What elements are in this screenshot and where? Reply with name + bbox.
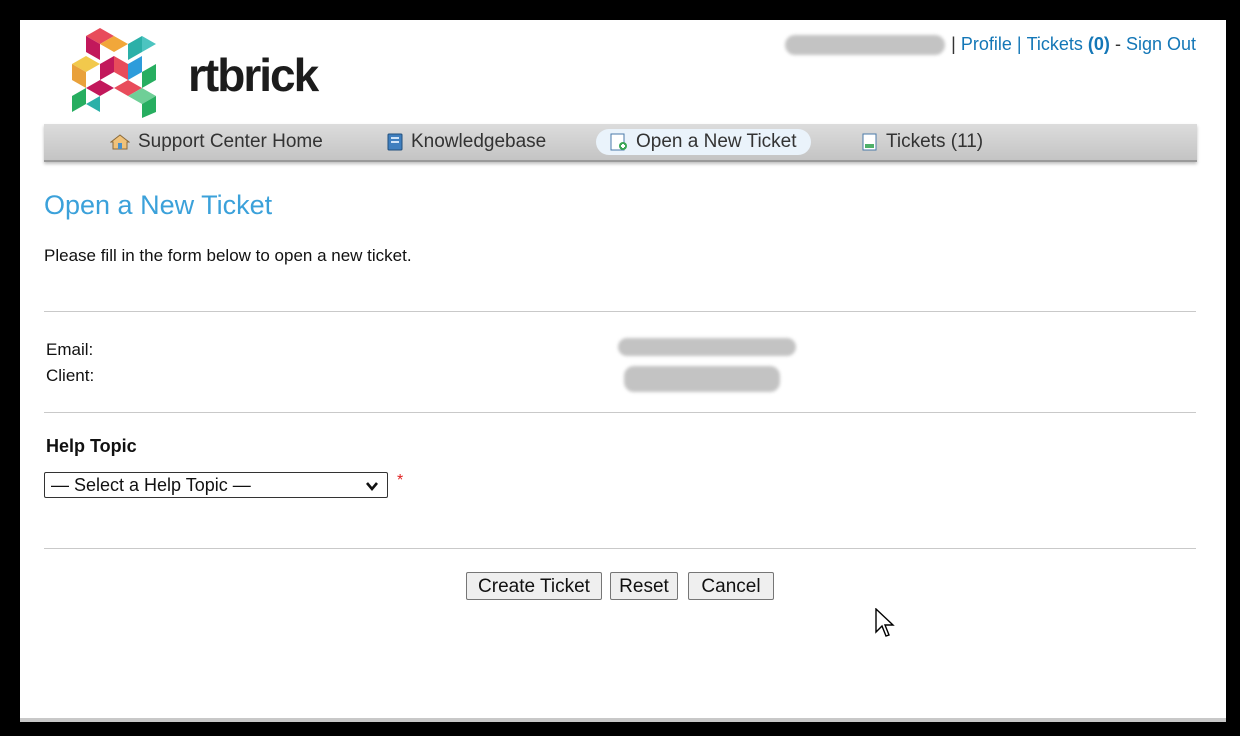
browser-viewport: rtbrick | Profile | Tickets (0) - Sign O… xyxy=(20,20,1226,720)
chevron-down-icon xyxy=(365,477,379,498)
nav-label: Tickets (11) xyxy=(886,131,984,152)
tickets-link-label: Tickets xyxy=(1026,34,1083,54)
redacted-email xyxy=(618,338,796,356)
logo-mark-icon xyxy=(72,28,156,118)
home-icon xyxy=(110,134,130,150)
nav-label: Knowledgebase xyxy=(411,131,547,152)
new-ticket-icon xyxy=(610,133,628,151)
book-icon xyxy=(387,133,403,151)
user-links: | Profile | Tickets (0) - Sign Out xyxy=(785,34,1196,55)
nav-label: Open a New Ticket xyxy=(636,131,797,152)
window-bottom-edge xyxy=(20,718,1226,722)
redacted-username xyxy=(785,34,946,55)
separator: - xyxy=(1114,34,1121,54)
reset-button[interactable]: Reset xyxy=(610,572,678,600)
divider xyxy=(44,412,1196,413)
nav-support-center-home[interactable]: Support Center Home xyxy=(96,129,337,155)
sign-out-link[interactable]: Sign Out xyxy=(1126,34,1196,55)
help-topic-select[interactable]: — Select a Help Topic — xyxy=(44,472,388,498)
separator: | xyxy=(951,34,956,54)
nav-open-new-ticket[interactable]: Open a New Ticket xyxy=(596,129,811,155)
rtbrick-logo[interactable]: rtbrick xyxy=(48,24,319,120)
help-topic-heading: Help Topic xyxy=(46,436,137,456)
required-marker: * xyxy=(397,472,404,489)
divider xyxy=(44,311,1196,312)
help-topic-selected-value: — Select a Help Topic — xyxy=(51,474,251,495)
divider xyxy=(44,548,1196,549)
nav-label: Support Center Home xyxy=(138,131,323,152)
email-label: Email: xyxy=(46,340,94,359)
cancel-button[interactable]: Cancel xyxy=(688,572,774,600)
separator: | xyxy=(1016,34,1022,54)
mouse-cursor-icon xyxy=(875,607,897,645)
intro-text: Please fill in the form below to open a … xyxy=(44,246,412,265)
main-nav: Support Center Home Knowledgebase Open a… xyxy=(44,124,1197,162)
nav-knowledgebase[interactable]: Knowledgebase xyxy=(373,129,560,155)
ticket-icon xyxy=(862,133,878,151)
tickets-link[interactable]: Tickets (0) xyxy=(1027,34,1110,55)
profile-link[interactable]: Profile xyxy=(961,34,1012,55)
nav-tickets[interactable]: Tickets (11) xyxy=(848,129,997,155)
logo-wordmark: rtbrick xyxy=(188,49,319,101)
page-title: Open a New Ticket xyxy=(44,190,273,220)
create-ticket-button[interactable]: Create Ticket xyxy=(466,572,602,600)
client-label: Client: xyxy=(46,366,95,385)
tickets-count: (0) xyxy=(1087,34,1110,54)
redacted-client xyxy=(624,366,780,392)
